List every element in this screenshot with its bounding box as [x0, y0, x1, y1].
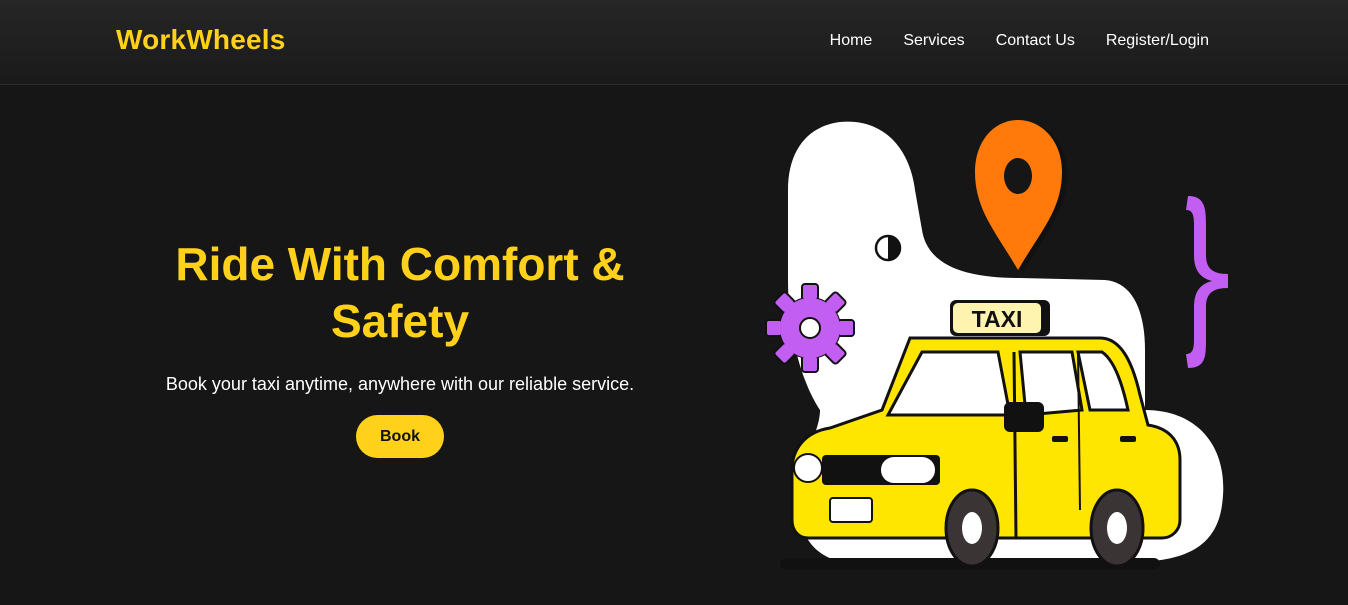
- hero-title-line-1: Ride With Comfort &: [175, 238, 625, 290]
- hero-section: Ride With Comfort & Safety Book your tax…: [110, 236, 690, 458]
- curly-brace-icon: [1186, 196, 1228, 368]
- nav-home[interactable]: Home: [830, 32, 873, 50]
- hero-title: Ride With Comfort & Safety: [110, 236, 690, 350]
- nav-services[interactable]: Services: [903, 32, 964, 50]
- gear-icon: [765, 283, 855, 373]
- book-button[interactable]: Book: [356, 415, 444, 458]
- navbar: WorkWheels Home Services Contact Us Regi…: [0, 0, 1348, 85]
- nav-links: Home Services Contact Us Register/Login: [830, 32, 1209, 50]
- location-pin-icon: [975, 120, 1067, 272]
- nav-register-login[interactable]: Register/Login: [1106, 32, 1209, 50]
- nav-contact-us[interactable]: Contact Us: [996, 32, 1075, 50]
- moon-icon: [874, 234, 902, 262]
- hero-title-line-2: Safety: [330, 295, 470, 347]
- brand-logo[interactable]: WorkWheels: [116, 24, 286, 56]
- hero-subtitle: Book your taxi anytime, anywhere with ou…: [165, 374, 635, 394]
- taxi-sign-label: TAXI: [972, 306, 1023, 332]
- taxi-illustration: TAXI: [765, 120, 1228, 570]
